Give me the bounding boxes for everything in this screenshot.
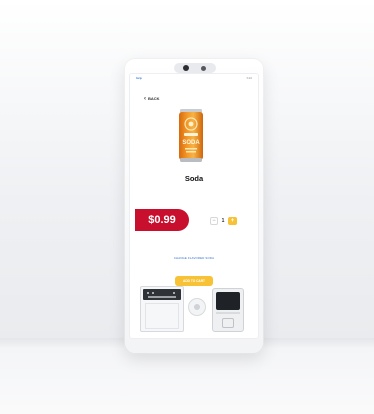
camera-module — [174, 63, 216, 73]
sensor-icon — [201, 65, 206, 71]
quantity-stepper: − 1 + — [210, 217, 237, 225]
price-badge: $0.99 — [135, 209, 189, 231]
quantity-value: 1 — [221, 218, 225, 224]
change-flavor-link[interactable]: CHANGE FLAVORED SODA — [130, 256, 258, 260]
terminal-stripe — [216, 312, 240, 314]
decrease-quantity-button[interactable]: − — [210, 217, 218, 225]
camera-lens-icon — [183, 65, 189, 71]
soda-can-icon: SODA — [179, 109, 203, 162]
back-button[interactable]: ‹ BACK — [144, 95, 160, 102]
printer-icon — [140, 286, 184, 332]
printer-head — [143, 289, 181, 300]
product-name: Soda — [184, 174, 204, 183]
printer-body — [145, 303, 179, 329]
printer-led — [152, 292, 154, 294]
printer-led — [147, 292, 149, 294]
status-code: K10 — [246, 76, 252, 80]
nfc-center — [194, 304, 200, 310]
status-brand: lorp — [136, 76, 142, 80]
kiosk-device: lorp K10 ‹ BACK SODA Soda $0.99 − 1 + CH… — [124, 58, 264, 354]
floor — [0, 348, 374, 414]
card-reader-slot — [222, 318, 234, 328]
printer-led — [173, 292, 175, 294]
can-label: SODA — [182, 140, 200, 146]
add-to-cart-button[interactable]: ADD TO CART — [175, 276, 213, 286]
terminal-screen — [216, 292, 240, 310]
card-terminal-icon — [212, 288, 244, 332]
receipt-slot — [148, 296, 176, 298]
chevron-left-icon: ‹ — [144, 95, 146, 102]
nfc-reader-icon — [188, 298, 206, 316]
back-label: BACK — [148, 96, 160, 101]
increase-quantity-button[interactable]: + — [228, 217, 237, 225]
